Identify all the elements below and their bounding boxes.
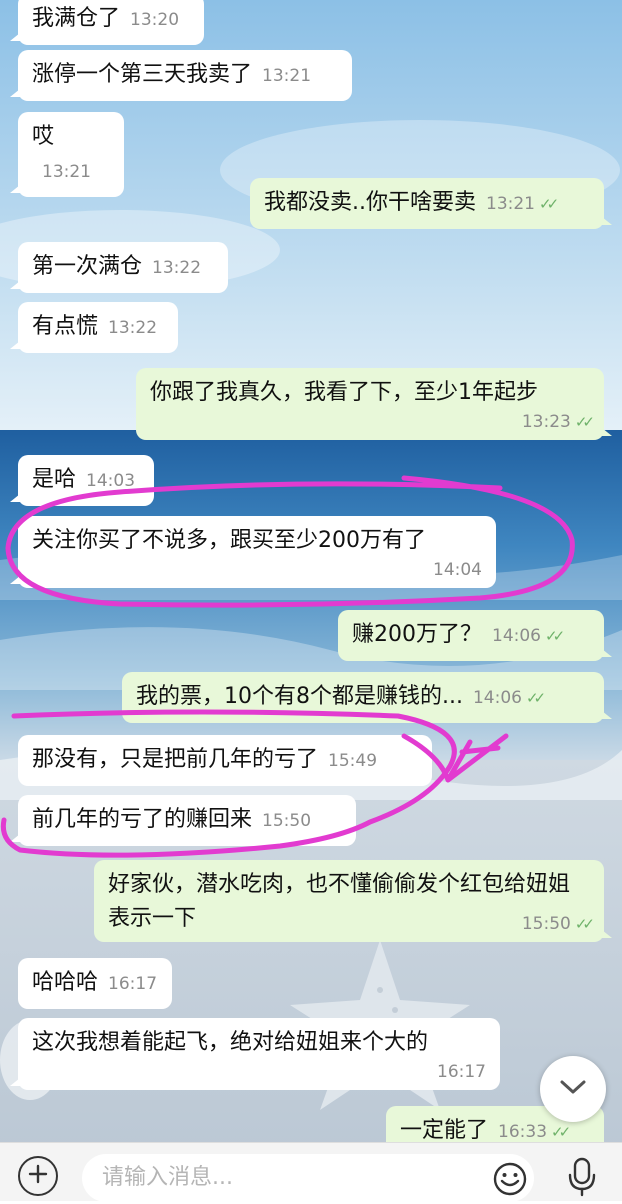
message-bubble-incoming[interactable]: 是哈 14:03 (10, 455, 154, 506)
read-receipt-icon: ✓✓ (539, 195, 559, 213)
message-text: 涨停一个第三天我卖了 (32, 62, 253, 87)
message-time: 13:21 (262, 66, 312, 86)
message-bubble-incoming[interactable]: 有点慌 13:22 (10, 302, 178, 353)
message-time: 16:17 (108, 974, 158, 994)
bubble-tail (10, 576, 20, 584)
message-text: 前几年的亏了的赚回来 (32, 807, 253, 832)
message-bubble-incoming[interactable]: 哈哈哈 16:17 (18, 958, 172, 1009)
message-bubble-outgoing[interactable]: 好家伙，潜水吃肉，也不懂偷偷发个红包给妞姐表示一下 15:50 ✓✓ (94, 860, 612, 942)
chevron-down-icon (558, 1077, 588, 1101)
bubble-tail (602, 649, 612, 657)
message-text: 我满仓了 (32, 6, 121, 31)
message-time: 13:22 (152, 258, 202, 278)
message-bubble-incoming[interactable]: 涨停一个第三天我卖了 13:21 (10, 50, 352, 101)
bubble-tail (10, 1078, 20, 1086)
message-text: 我的票，10个有8个都是赚钱的... (136, 684, 463, 709)
message-time: 15:50 (262, 811, 312, 831)
message-text: 是哈 (32, 467, 77, 492)
read-receipt-icon: ✓✓ (574, 413, 595, 431)
read-receipt-icon: ✓✓ (574, 915, 595, 933)
message-bubble-incoming[interactable]: 关注你买了不说多，跟买至少200万有了 14:04 (10, 516, 496, 588)
message-bubble-incoming[interactable]: 第一次满仓 13:22 (10, 242, 228, 293)
message-text: 关注你买了不说多，跟买至少200万有了 (32, 528, 426, 553)
bubble-tail (10, 89, 20, 97)
message-bubble-incoming[interactable]: 这次我想着能起飞，绝对给妞姐来个大的 16:17 (10, 1018, 500, 1090)
bubble-tail (10, 33, 20, 41)
message-time: 13:20 (130, 10, 180, 30)
bubble-tail (10, 185, 20, 193)
message-text: 哈哈哈 (32, 970, 99, 995)
bubble-tail (602, 217, 612, 225)
message-bubble-incoming[interactable]: 前几年的亏了的赚回来 15:50 (10, 795, 356, 846)
attach-button[interactable] (18, 1156, 58, 1196)
bubble-tail (10, 281, 20, 289)
message-text: 哎 (32, 124, 55, 149)
message-time: 14:06 (472, 688, 522, 708)
bubble-tail (602, 711, 612, 719)
read-receipt-icon: ✓✓ (551, 1123, 571, 1141)
message-time: 15:49 (328, 751, 378, 771)
scroll-to-bottom-button[interactable] (540, 1056, 606, 1122)
read-receipt-icon: ✓✓ (545, 627, 565, 645)
microphone-icon (568, 1157, 596, 1201)
emoji-icon (492, 1161, 528, 1201)
message-text: 你跟了我真久，我看了下，至少1年起步 (150, 380, 538, 405)
message-time: 13:21 (486, 194, 535, 214)
message-time: 13:23 (521, 412, 571, 432)
message-text: 这次我想着能起飞，绝对给妞姐来个大的 (32, 1030, 429, 1055)
message-bubble-outgoing[interactable]: 我的票，10个有8个都是赚钱的... 14:06 ✓✓ (122, 672, 612, 723)
message-time: 13:22 (108, 318, 158, 338)
emoji-button[interactable] (490, 1161, 530, 1201)
message-text: 有点慌 (32, 314, 99, 339)
message-time: 14:03 (86, 471, 136, 491)
bubble-tail (602, 930, 612, 938)
bubble-tail (10, 341, 20, 349)
message-meta: 13:23 ✓✓ (150, 412, 595, 432)
message-text: 我都没卖..你干啥要卖 (264, 190, 476, 215)
message-time: 15:50 (521, 914, 571, 934)
message-bubble-incoming[interactable]: 哎 13:21 (10, 112, 124, 197)
message-bubble-outgoing[interactable]: 你跟了我真久，我看了下，至少1年起步 13:23 ✓✓ (136, 368, 612, 440)
message-input-bar: 请输入消息... (0, 1142, 622, 1202)
voice-button[interactable] (562, 1157, 602, 1201)
message-time: 14:04 (433, 560, 482, 580)
bubble-tail (602, 428, 612, 436)
message-time: 14:06 (492, 626, 541, 646)
message-time: 13:21 (42, 162, 91, 182)
message-bubble-outgoing[interactable]: 我都没卖..你干啥要卖 13:21 ✓✓ (250, 178, 612, 229)
message-text: 那没有，只是把前几年的亏了 (32, 747, 319, 772)
message-input[interactable]: 请输入消息... (82, 1154, 534, 1202)
read-receipt-icon: ✓✓ (525, 689, 546, 707)
message-bubble-incoming[interactable]: 那没有，只是把前几年的亏了 15:49 (18, 735, 432, 786)
bubble-tail (10, 834, 20, 842)
message-bubble-incoming[interactable]: 我满仓了 13:20 (10, 0, 204, 45)
message-text: 一定能了 (400, 1118, 489, 1143)
message-bubble-outgoing[interactable]: 赚200万了？ 14:06 ✓✓ (338, 610, 612, 661)
message-time: 16:17 (437, 1062, 486, 1082)
bubble-tail (10, 494, 20, 502)
message-text: 赚200万了？ (352, 622, 482, 647)
input-placeholder: 请输入消息... (102, 1165, 233, 1190)
plus-icon (27, 1163, 49, 1189)
message-text: 第一次满仓 (32, 254, 143, 279)
message-time: 16:33 (498, 1122, 548, 1142)
